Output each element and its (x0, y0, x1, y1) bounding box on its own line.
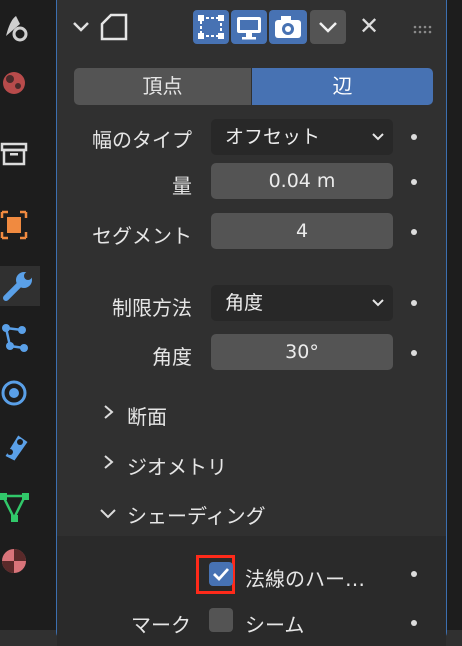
realtime-icon (237, 17, 261, 40)
scrollbar-area[interactable] (447, 0, 462, 630)
bevel-modifier-panel: ✕ 頂点 辺 幅のタイプ オフセット 量 0.04 m セグメント 4 制限方法… (56, 0, 447, 646)
object-icon[interactable] (0, 208, 34, 242)
chevron-down-icon (372, 299, 384, 307)
material-icon[interactable] (0, 544, 34, 578)
scene-icon[interactable] (0, 66, 34, 100)
limit-method-label: 制限方法 (112, 296, 192, 320)
mark-seam-checkbox[interactable] (209, 608, 233, 632)
animate-property-dot[interactable] (411, 620, 417, 626)
collection-icon[interactable] (0, 138, 34, 172)
chevron-right-icon[interactable] (101, 454, 115, 474)
sidebar-gap (40, 0, 56, 630)
modifier-menu-dropdown[interactable] (310, 10, 346, 44)
particles-icon[interactable] (0, 320, 34, 354)
drag-handle-icon[interactable] (413, 20, 435, 39)
animate-property-dot[interactable] (411, 571, 417, 577)
segments-label: セグメント (92, 224, 192, 248)
render-toggle[interactable] (269, 10, 307, 44)
collapse-chevron-icon[interactable] (71, 16, 91, 40)
render-icon (275, 16, 301, 38)
harden-normals-label[interactable]: 法線のハー… (245, 563, 365, 592)
properties-tabs (0, 0, 40, 630)
angle-label: 角度 (152, 345, 192, 369)
affect-edges-button[interactable]: 辺 (252, 68, 433, 105)
profile-subpanel-header[interactable]: 断面 (127, 401, 167, 430)
amount-field[interactable]: 0.04 m (211, 163, 393, 199)
chevron-down-icon (319, 22, 337, 33)
affect-vertices-button[interactable]: 頂点 (74, 68, 251, 105)
geometry-subpanel-header[interactable]: ジオメトリ (127, 451, 227, 480)
mark-label: マーク (131, 613, 191, 637)
angle-field[interactable]: 30° (211, 334, 393, 370)
shading-subpanel-header[interactable]: シェーディング (127, 500, 266, 529)
chevron-down-icon[interactable] (99, 506, 117, 525)
animate-property-dot[interactable] (411, 229, 417, 235)
amount-label: 量 (172, 174, 192, 198)
edit-mode-icon (198, 15, 224, 39)
width-type-dropdown[interactable]: オフセット (211, 119, 393, 155)
tool-icon[interactable] (0, 10, 34, 44)
edit-mode-toggle[interactable] (193, 10, 229, 44)
object-data-icon[interactable] (0, 490, 34, 524)
animate-property-dot[interactable] (411, 179, 417, 185)
animate-property-dot[interactable] (411, 134, 417, 140)
width-type-value: オフセット (225, 126, 321, 148)
physics-icon[interactable] (0, 376, 34, 410)
limit-method-value: 角度 (225, 292, 264, 314)
checkmark-icon (213, 568, 230, 582)
modifier-icon[interactable] (0, 266, 40, 306)
close-icon[interactable]: ✕ (359, 12, 379, 40)
limit-method-dropdown[interactable]: 角度 (211, 285, 393, 321)
width-type-label: 幅のタイプ (92, 128, 192, 152)
chevron-right-icon[interactable] (101, 404, 115, 424)
animate-property-dot[interactable] (411, 350, 417, 356)
harden-normals-checkbox[interactable] (209, 562, 233, 586)
realtime-toggle[interactable] (231, 10, 267, 44)
animate-property-dot[interactable] (411, 300, 417, 306)
mark-seam-label[interactable]: シーム (245, 609, 304, 638)
chevron-down-icon (372, 133, 384, 141)
bevel-icon (99, 12, 129, 46)
constraints-icon[interactable] (0, 428, 34, 462)
segments-field[interactable]: 4 (211, 213, 393, 249)
